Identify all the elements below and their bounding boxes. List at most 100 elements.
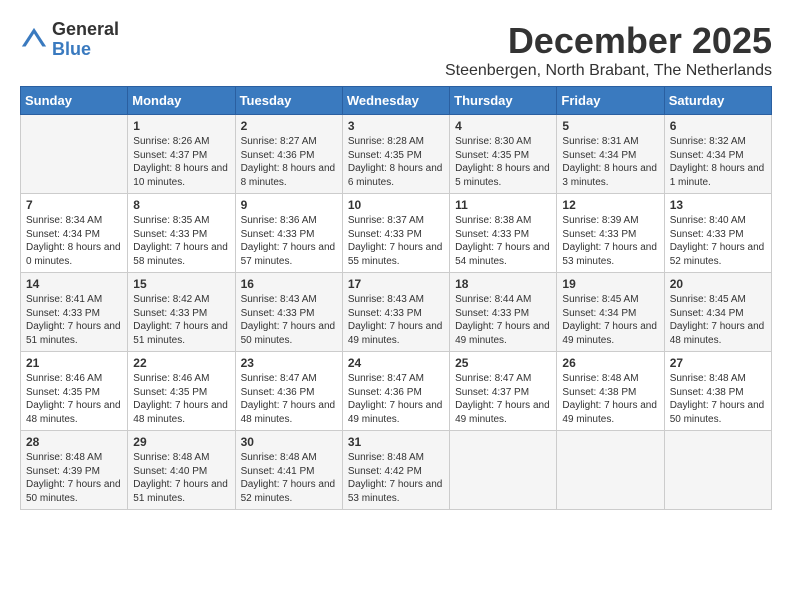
calendar-week-row: 14Sunrise: 8:41 AMSunset: 4:33 PMDayligh… — [21, 273, 772, 352]
day-number: 15 — [133, 277, 229, 291]
day-info: Sunrise: 8:38 AMSunset: 4:33 PMDaylight:… — [455, 214, 551, 268]
day-info: Sunrise: 8:47 AMSunset: 4:37 PMDaylight:… — [455, 372, 551, 426]
calendar-cell: 15 Sunrise: 8:42 AMSunset: 4:33 PMDayligh… — [128, 273, 235, 352]
calendar-cell: 8 Sunrise: 8:35 AMSunset: 4:33 PMDaylight… — [128, 194, 235, 273]
day-number: 23 — [241, 356, 337, 370]
day-number: 18 — [455, 277, 551, 291]
calendar-cell: 16 Sunrise: 8:43 AMSunset: 4:33 PMDayligh… — [235, 273, 342, 352]
calendar-cell: 2 Sunrise: 8:27 AMSunset: 4:36 PMDaylight… — [235, 115, 342, 194]
calendar-table: SundayMondayTuesdayWednesdayThursdayFrid… — [20, 86, 772, 510]
calendar-cell: 29 Sunrise: 8:48 AMSunset: 4:40 PMDayligh… — [128, 431, 235, 510]
header: General Blue December 2025 Steenbergen, … — [20, 20, 772, 80]
logo-blue-label: Blue — [52, 40, 119, 60]
day-number: 29 — [133, 435, 229, 449]
calendar-cell: 21 Sunrise: 8:46 AMSunset: 4:35 PMDayligh… — [21, 352, 128, 431]
calendar-cell — [557, 431, 664, 510]
day-info: Sunrise: 8:42 AMSunset: 4:33 PMDaylight:… — [133, 293, 229, 347]
calendar-cell: 3 Sunrise: 8:28 AMSunset: 4:35 PMDaylight… — [342, 115, 449, 194]
day-info: Sunrise: 8:44 AMSunset: 4:33 PMDaylight:… — [455, 293, 551, 347]
day-number: 2 — [241, 119, 337, 133]
day-info: Sunrise: 8:46 AMSunset: 4:35 PMDaylight:… — [26, 372, 122, 426]
calendar-cell: 27 Sunrise: 8:48 AMSunset: 4:38 PMDayligh… — [664, 352, 771, 431]
day-info: Sunrise: 8:43 AMSunset: 4:33 PMDaylight:… — [348, 293, 444, 347]
calendar-cell: 7 Sunrise: 8:34 AMSunset: 4:34 PMDaylight… — [21, 194, 128, 273]
day-info: Sunrise: 8:27 AMSunset: 4:36 PMDaylight:… — [241, 135, 337, 189]
calendar-cell: 20 Sunrise: 8:45 AMSunset: 4:34 PMDayligh… — [664, 273, 771, 352]
calendar-cell: 5Sunrise: 8:31 AMSunset: 4:34 PMDaylight… — [557, 115, 664, 194]
calendar-cell: 23Sunrise: 8:47 AMSunset: 4:36 PMDayligh… — [235, 352, 342, 431]
day-number: 24 — [348, 356, 444, 370]
calendar-cell: 25 Sunrise: 8:47 AMSunset: 4:37 PMDayligh… — [450, 352, 557, 431]
day-number: 30 — [241, 435, 337, 449]
day-number: 22 — [133, 356, 229, 370]
calendar-cell: 18 Sunrise: 8:44 AMSunset: 4:33 PMDayligh… — [450, 273, 557, 352]
day-number: 27 — [670, 356, 766, 370]
month-title: December 2025 — [445, 20, 772, 62]
calendar-cell: 13 Sunrise: 8:40 AMSunset: 4:33 PMDayligh… — [664, 194, 771, 273]
day-number: 21 — [26, 356, 122, 370]
day-info: Sunrise: 8:48 AMSunset: 4:38 PMDaylight:… — [670, 372, 766, 426]
day-number: 9 — [241, 198, 337, 212]
calendar-cell: 26Sunrise: 8:48 AMSunset: 4:38 PMDayligh… — [557, 352, 664, 431]
day-info: Sunrise: 8:43 AMSunset: 4:33 PMDaylight:… — [241, 293, 337, 347]
calendar-cell — [450, 431, 557, 510]
day-number: 7 — [26, 198, 122, 212]
logo-icon — [20, 26, 48, 54]
day-number: 6 — [670, 119, 766, 133]
day-info: Sunrise: 8:47 AMSunset: 4:36 PMDaylight:… — [348, 372, 444, 426]
day-number: 12 — [562, 198, 658, 212]
calendar-cell: 17Sunrise: 8:43 AMSunset: 4:33 PMDayligh… — [342, 273, 449, 352]
weekday-header-monday: Monday — [128, 87, 235, 115]
weekday-header-wednesday: Wednesday — [342, 87, 449, 115]
calendar-cell: 12 Sunrise: 8:39 AMSunset: 4:33 PMDayligh… — [557, 194, 664, 273]
calendar-body: 1Sunrise: 8:26 AMSunset: 4:37 PMDaylight… — [21, 115, 772, 510]
day-info: Sunrise: 8:28 AMSunset: 4:35 PMDaylight:… — [348, 135, 444, 189]
day-info: Sunrise: 8:40 AMSunset: 4:33 PMDaylight:… — [670, 214, 766, 268]
day-info: Sunrise: 8:32 AMSunset: 4:34 PMDaylight:… — [670, 135, 766, 189]
weekday-header-sunday: Sunday — [21, 87, 128, 115]
day-info: Sunrise: 8:46 AMSunset: 4:35 PMDaylight:… — [133, 372, 229, 426]
subtitle: Steenbergen, North Brabant, The Netherla… — [445, 62, 772, 80]
day-number: 5 — [562, 119, 658, 133]
calendar-cell: 31Sunrise: 8:48 AMSunset: 4:42 PMDayligh… — [342, 431, 449, 510]
calendar-cell — [21, 115, 128, 194]
day-number: 28 — [26, 435, 122, 449]
day-number: 4 — [455, 119, 551, 133]
weekday-header-thursday: Thursday — [450, 87, 557, 115]
day-info: Sunrise: 8:39 AMSunset: 4:33 PMDaylight:… — [562, 214, 658, 268]
weekday-header-tuesday: Tuesday — [235, 87, 342, 115]
calendar-cell: 11 Sunrise: 8:38 AMSunset: 4:33 PMDayligh… — [450, 194, 557, 273]
day-number: 1 — [133, 119, 229, 133]
logo: General Blue — [20, 20, 119, 60]
weekday-header-saturday: Saturday — [664, 87, 771, 115]
day-info: Sunrise: 8:48 AMSunset: 4:41 PMDaylight:… — [241, 451, 337, 505]
weekday-header-row: SundayMondayTuesdayWednesdayThursdayFrid… — [21, 87, 772, 115]
calendar-cell: 10Sunrise: 8:37 AMSunset: 4:33 PMDayligh… — [342, 194, 449, 273]
calendar-cell: 28 Sunrise: 8:48 AMSunset: 4:39 PMDayligh… — [21, 431, 128, 510]
calendar-cell: 24 Sunrise: 8:47 AMSunset: 4:36 PMDayligh… — [342, 352, 449, 431]
day-number: 3 — [348, 119, 444, 133]
day-number: 8 — [133, 198, 229, 212]
day-number: 16 — [241, 277, 337, 291]
calendar-cell: 14Sunrise: 8:41 AMSunset: 4:33 PMDayligh… — [21, 273, 128, 352]
day-number: 19 — [562, 277, 658, 291]
day-number: 20 — [670, 277, 766, 291]
day-info: Sunrise: 8:48 AMSunset: 4:40 PMDaylight:… — [133, 451, 229, 505]
day-number: 11 — [455, 198, 551, 212]
weekday-header-friday: Friday — [557, 87, 664, 115]
logo-general-label: General — [52, 20, 119, 40]
day-number: 14 — [26, 277, 122, 291]
day-info: Sunrise: 8:34 AMSunset: 4:34 PMDaylight:… — [26, 214, 122, 268]
day-info: Sunrise: 8:48 AMSunset: 4:38 PMDaylight:… — [562, 372, 658, 426]
calendar-cell: 1Sunrise: 8:26 AMSunset: 4:37 PMDaylight… — [128, 115, 235, 194]
calendar-week-row: 1Sunrise: 8:26 AMSunset: 4:37 PMDaylight… — [21, 115, 772, 194]
day-number: 25 — [455, 356, 551, 370]
day-info: Sunrise: 8:35 AMSunset: 4:33 PMDaylight:… — [133, 214, 229, 268]
logo-text: General Blue — [52, 20, 119, 60]
day-info: Sunrise: 8:45 AMSunset: 4:34 PMDaylight:… — [670, 293, 766, 347]
calendar-cell: 30 Sunrise: 8:48 AMSunset: 4:41 PMDayligh… — [235, 431, 342, 510]
day-info: Sunrise: 8:48 AMSunset: 4:39 PMDaylight:… — [26, 451, 122, 505]
day-number: 13 — [670, 198, 766, 212]
day-info: Sunrise: 8:45 AMSunset: 4:34 PMDaylight:… — [562, 293, 658, 347]
calendar-week-row: 7 Sunrise: 8:34 AMSunset: 4:34 PMDaylight… — [21, 194, 772, 273]
